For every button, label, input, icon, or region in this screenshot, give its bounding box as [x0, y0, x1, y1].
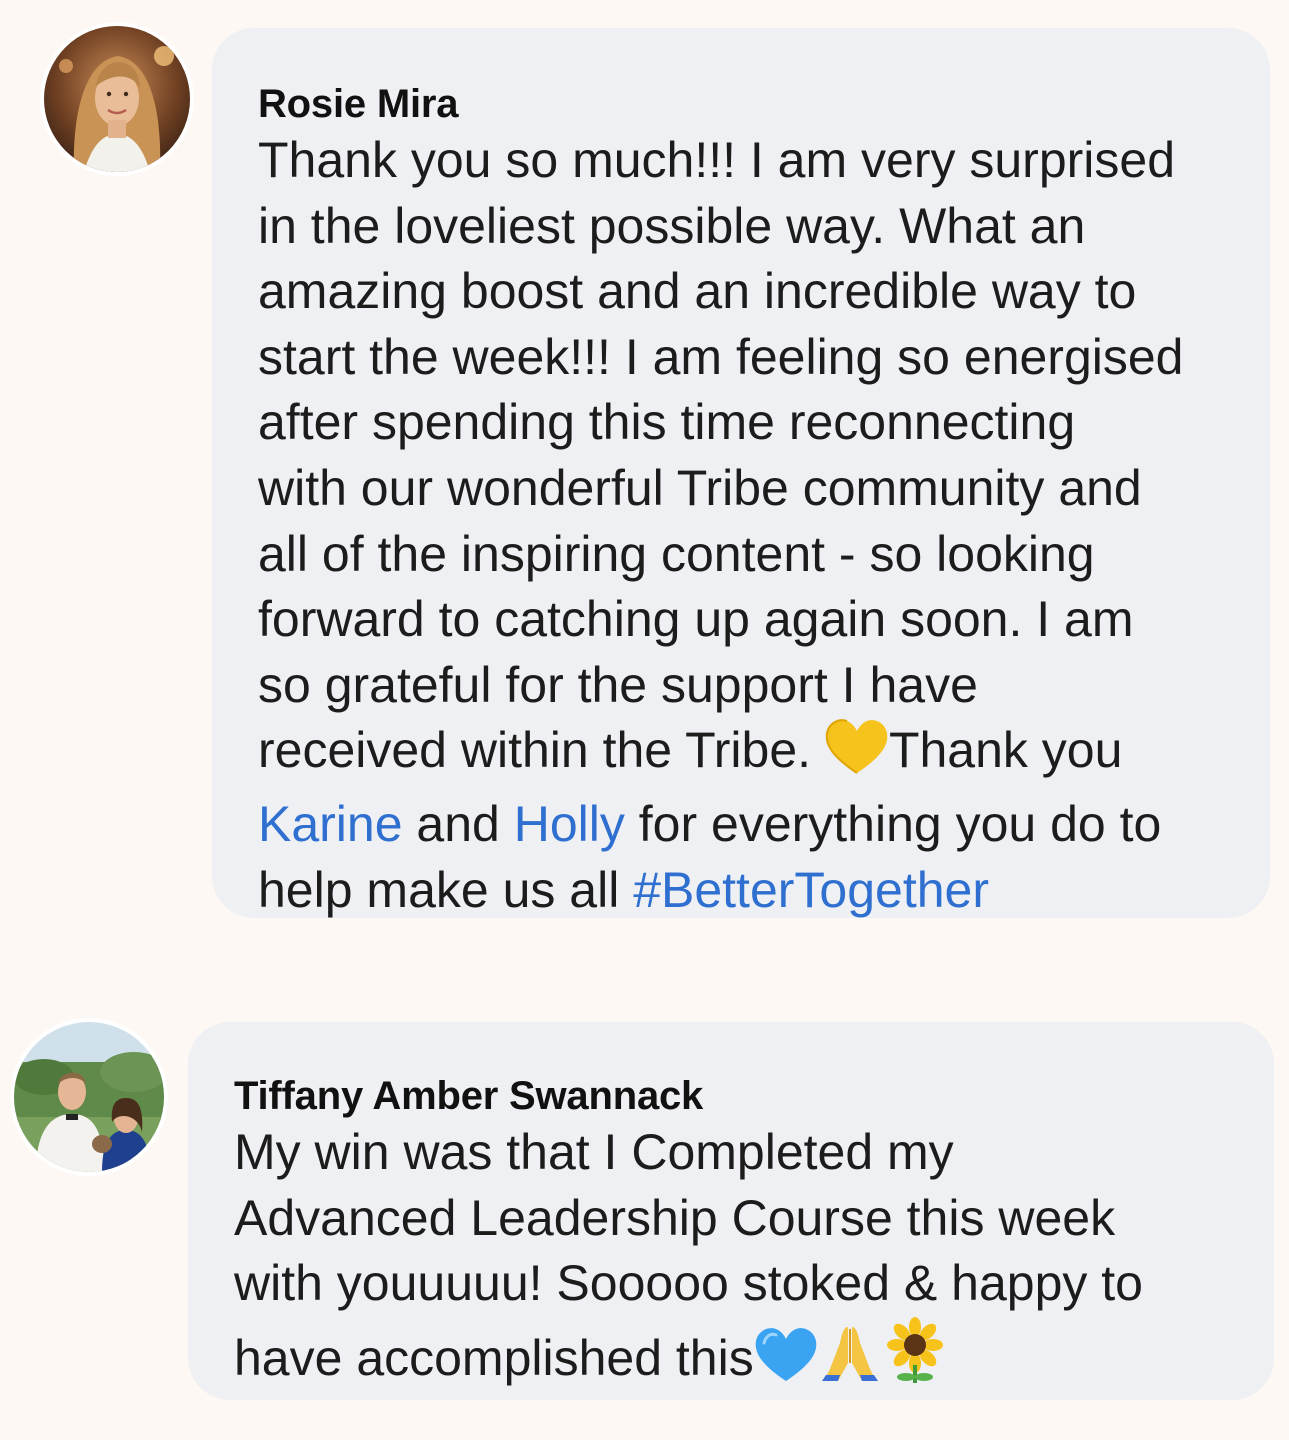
comment-text-line: received within the Tribe. Thank you: [258, 718, 1270, 792]
comment-text-line: forward to catching up again soon. I am: [258, 591, 1134, 648]
comment-text-segment: help make us all: [258, 861, 634, 918]
comment-text-line: all of the inspiring content - so lookin…: [258, 525, 1095, 582]
avatar[interactable]: [44, 26, 190, 172]
comment-author[interactable]: Tiffany Amber Swannack: [234, 1072, 1274, 1120]
avatar[interactable]: [14, 1022, 164, 1172]
comment-text: Thank you so much!!! I am very surprised…: [258, 128, 1270, 923]
sunflower-icon: [882, 1316, 948, 1400]
comment-text-line: amazing boost and an incredible way to: [258, 263, 1137, 320]
comment-text-segment: received within the Tribe.: [258, 722, 825, 779]
comment-text-line: My win was that I Completed my: [234, 1124, 954, 1180]
comment-text-segment: Thank you: [888, 722, 1123, 779]
profile-photo-couple-icon: [14, 1022, 164, 1172]
comment-text-line: Advanced Leadership Course this week: [234, 1189, 1116, 1246]
yellow-heart-icon: [825, 719, 889, 792]
comment-text-segment: and: [402, 795, 514, 852]
comment-text-segment: for everything you do to: [624, 795, 1162, 852]
comment-text: My win was that I Completed my Advanced …: [234, 1120, 1274, 1399]
comment-text-line: with youuuuu! Sooooo stoked & happy to: [234, 1255, 1143, 1312]
mention-link[interactable]: Karine: [258, 796, 403, 852]
comment-text-line: after spending this time reconnecting: [258, 394, 1076, 451]
comment-text-line: Thank you so much!!! I am very surprised: [258, 132, 1176, 188]
comment-text-line: so grateful for the support I have: [258, 656, 978, 713]
comment-text-line: have accomplished this: [234, 1316, 1274, 1400]
comment-text-segment: have accomplished this: [234, 1329, 754, 1386]
profile-photo-woman-icon: [44, 26, 190, 172]
comment-text-line: with our wonderful Tribe community and: [258, 459, 1142, 516]
folded-hands-icon: [818, 1323, 882, 1400]
comment-text-line: help make us all #BetterTogether: [258, 858, 1270, 924]
mention-link[interactable]: Holly: [514, 796, 625, 852]
comment-author[interactable]: Rosie Mira: [258, 80, 1270, 128]
comment-text-line: in the loveliest possible way. What an: [258, 197, 1086, 254]
comment-bubble: Tiffany Amber Swannack My win was that I…: [188, 1022, 1274, 1400]
hashtag-link[interactable]: #BetterTogether: [633, 862, 989, 918]
blue-heart-icon: [754, 1327, 818, 1400]
comment-text-line: start the week!!! I am feeling so energi…: [258, 328, 1184, 385]
comment-bubble: Rosie Mira Thank you so much!!! I am ver…: [212, 28, 1270, 918]
comment-text-line: Karine and Holly for everything you do t…: [258, 792, 1270, 858]
